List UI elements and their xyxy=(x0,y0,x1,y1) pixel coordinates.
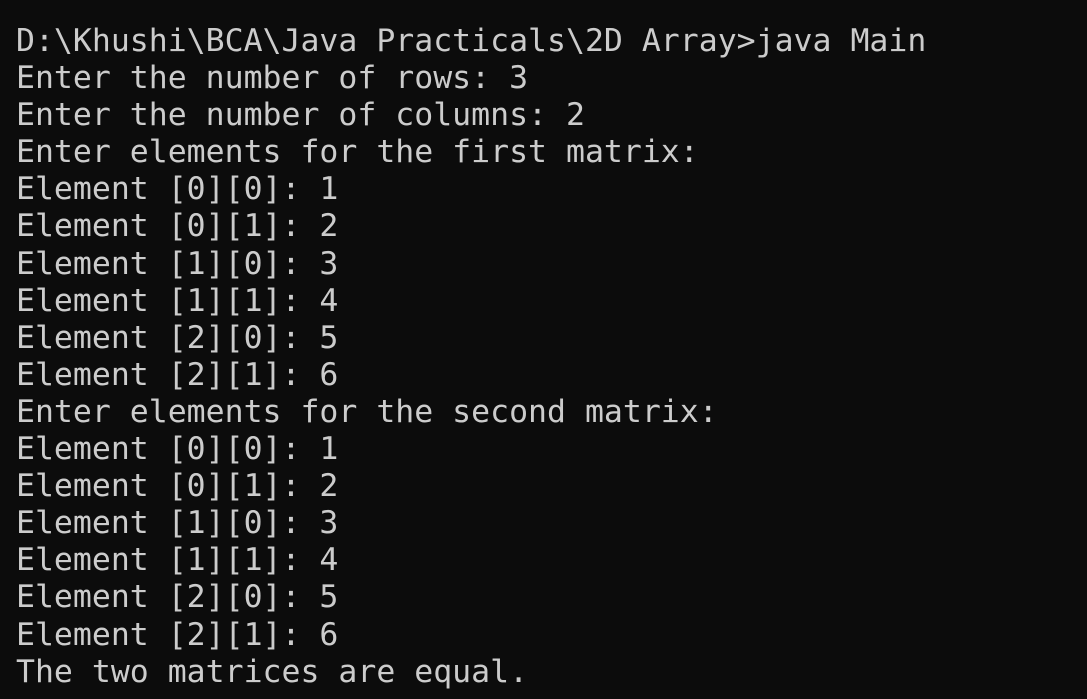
second-matrix-element: Element [2][1]: 6 xyxy=(16,616,339,653)
second-matrix-element: Element [2][0]: 5 xyxy=(16,579,339,616)
result-message: The two matrices are equal. xyxy=(16,653,529,690)
first-matrix-element: Element [0][1]: 2 xyxy=(16,208,339,245)
first-matrix-element: Element [1][1]: 4 xyxy=(16,282,339,319)
second-matrix-element: Element [0][1]: 2 xyxy=(16,468,339,505)
second-matrix-element: Element [1][0]: 3 xyxy=(16,505,339,542)
first-matrix-element: Element [1][0]: 3 xyxy=(16,245,339,282)
second-matrix-element: Element [0][0]: 1 xyxy=(16,431,339,468)
first-matrix-header: Enter elements for the first matrix: xyxy=(16,134,699,171)
rows-input-line: Enter the number of rows: 3 xyxy=(16,60,529,97)
second-matrix-header: Enter elements for the second matrix: xyxy=(16,393,718,430)
command-prompt-line: D:\Khushi\BCA\Java Practicals\2D Array>j… xyxy=(16,23,927,59)
first-matrix-element: Element [2][0]: 5 xyxy=(16,319,339,356)
second-matrix-element: Element [1][1]: 4 xyxy=(16,542,339,579)
first-matrix-element: Element [0][0]: 1 xyxy=(16,171,339,208)
terminal-output[interactable]: D:\Khushi\BCA\Java Practicals\2D Array>j… xyxy=(0,0,1087,699)
columns-input-line: Enter the number of columns: 2 xyxy=(16,97,585,134)
first-matrix-element: Element [2][1]: 6 xyxy=(16,356,339,393)
